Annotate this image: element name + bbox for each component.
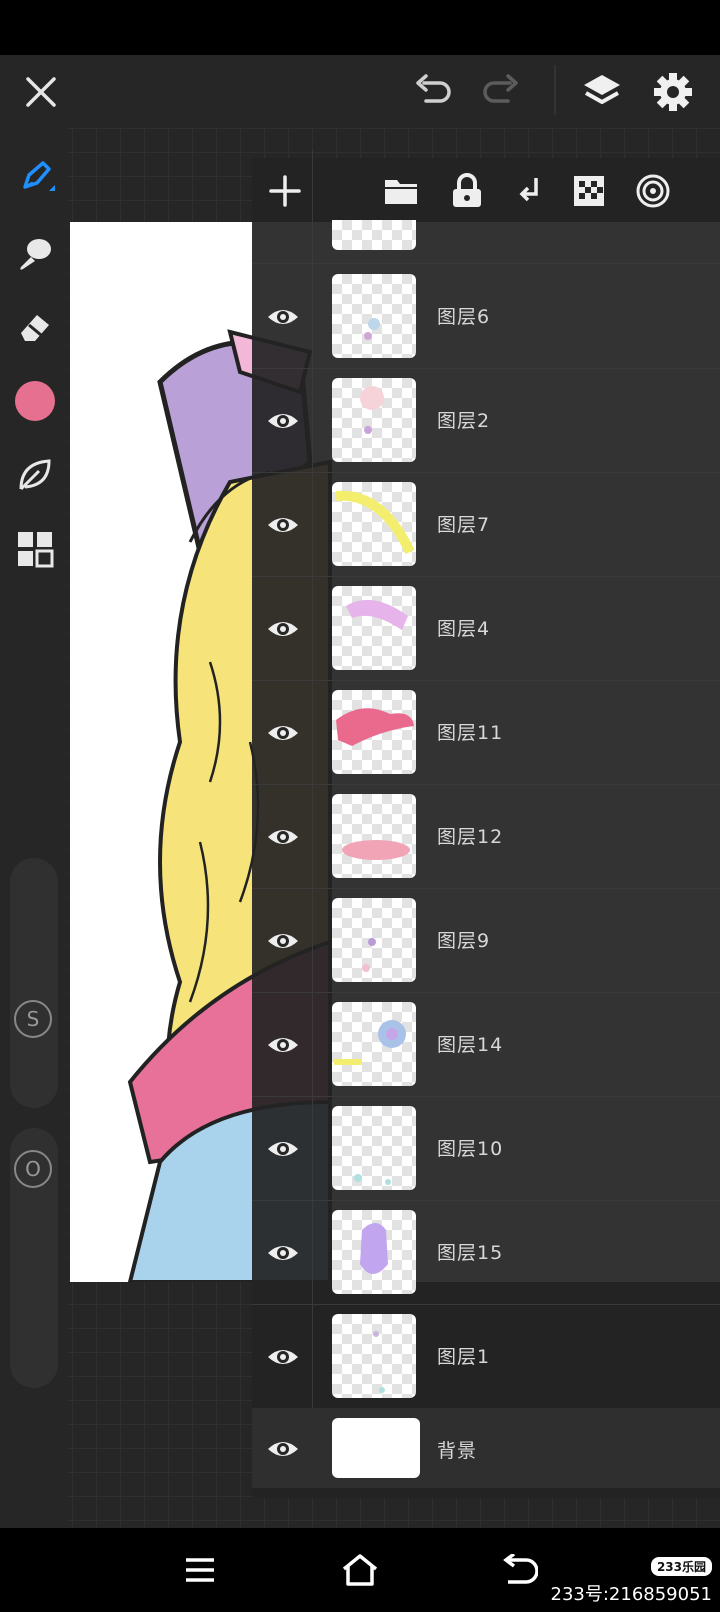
color-swatch[interactable]: [14, 380, 56, 422]
layer-thumbnail: [332, 1418, 420, 1478]
layer-thumbnail: [332, 1106, 416, 1190]
layer-thumbnail: [332, 794, 416, 878]
layer-thumbnail: [332, 482, 416, 566]
layer-name: 图层14: [437, 1034, 504, 1056]
eye-icon[interactable]: [266, 404, 300, 438]
left-toolbar: S O: [0, 128, 68, 1528]
layer-thumbnail: [332, 690, 416, 774]
home-icon[interactable]: [338, 1548, 382, 1592]
layer-thumbnail: [332, 1002, 416, 1086]
leaf-icon[interactable]: [14, 454, 56, 496]
layer-row[interactable]: 图层10: [252, 1096, 720, 1201]
eye-icon[interactable]: [266, 820, 300, 854]
undo-icon[interactable]: [414, 73, 454, 109]
layer-row-background[interactable]: 背景: [252, 1408, 720, 1488]
layer-thumbnail: [332, 378, 416, 462]
layer-name: 图层11: [437, 722, 504, 744]
layer-name: 图层4: [437, 618, 491, 640]
layer-thumbnail: [332, 586, 416, 670]
eye-icon[interactable]: [266, 300, 300, 334]
layer-name: 图层12: [437, 826, 504, 848]
eye-icon[interactable]: [266, 1132, 300, 1166]
layers-panel: 图层6 图层2 图层7 图层4 图层11 图层12 图层9 图层14 图层10 …: [252, 150, 720, 1498]
eye-icon[interactable]: [266, 716, 300, 750]
layer-name: 图层2: [437, 410, 491, 432]
eye-icon[interactable]: [266, 924, 300, 958]
layer-name: 背景: [437, 1440, 478, 1462]
layer-name: 图层1: [437, 1346, 491, 1368]
watermark-logo: 233乐园: [650, 1557, 712, 1576]
close-icon[interactable]: [22, 73, 60, 111]
top-toolbar: [0, 55, 720, 128]
layer-row[interactable]: 图层4: [252, 576, 720, 681]
layer-thumbnail: [332, 898, 416, 982]
layer-name: 图层7: [437, 514, 491, 536]
layer-thumbnail: [332, 274, 416, 358]
layer-row[interactable]: 图层1: [252, 1304, 720, 1409]
brush-size-slider[interactable]: [10, 858, 58, 1108]
menu-icon[interactable]: [178, 1548, 222, 1592]
redo-icon[interactable]: [480, 73, 520, 109]
watermark-id: 233号:216859051: [550, 1584, 713, 1605]
eye-icon[interactable]: [266, 1028, 300, 1062]
opacity-label: O: [14, 1150, 52, 1188]
eraser-icon[interactable]: [14, 306, 56, 348]
watermark: 233乐园 233号:216859051: [550, 1555, 713, 1606]
eye-icon[interactable]: [266, 508, 300, 542]
divider: [554, 65, 556, 115]
eye-icon[interactable]: [266, 1236, 300, 1270]
grid-icon[interactable]: [14, 528, 56, 570]
layer-name: 图层15: [437, 1242, 504, 1264]
layer-row[interactable]: 图层12: [252, 784, 720, 889]
layer-row[interactable]: 图层9: [252, 888, 720, 993]
layer-row[interactable]: 图层2: [252, 368, 720, 473]
size-label: S: [14, 1000, 52, 1038]
layer-name: 图层10: [437, 1138, 504, 1160]
layers-icon[interactable]: [580, 71, 624, 115]
layer-row-partial[interactable]: [252, 150, 720, 264]
layer-row[interactable]: 图层11: [252, 680, 720, 785]
layer-thumbnail: [332, 1314, 416, 1398]
pen-icon[interactable]: [14, 156, 56, 198]
layer-name: 图层6: [437, 306, 491, 328]
layer-row[interactable]: 图层15: [252, 1200, 720, 1305]
eye-icon[interactable]: [266, 1432, 300, 1466]
layer-name: 图层9: [437, 930, 491, 952]
layer-thumbnail: [332, 220, 416, 250]
layer-thumbnail: [332, 1210, 416, 1294]
eye-icon[interactable]: [266, 612, 300, 646]
eye-icon[interactable]: [266, 1340, 300, 1374]
status-bar: [0, 0, 720, 55]
layer-row[interactable]: 图层14: [252, 992, 720, 1097]
layer-row[interactable]: 图层7: [252, 472, 720, 577]
back-icon[interactable]: [498, 1548, 542, 1592]
layer-row[interactable]: 图层6: [252, 264, 720, 369]
settings-icon[interactable]: [652, 71, 694, 113]
smudge-icon[interactable]: [14, 232, 56, 274]
system-nav-bar: 233乐园 233号:216859051: [0, 1528, 720, 1612]
